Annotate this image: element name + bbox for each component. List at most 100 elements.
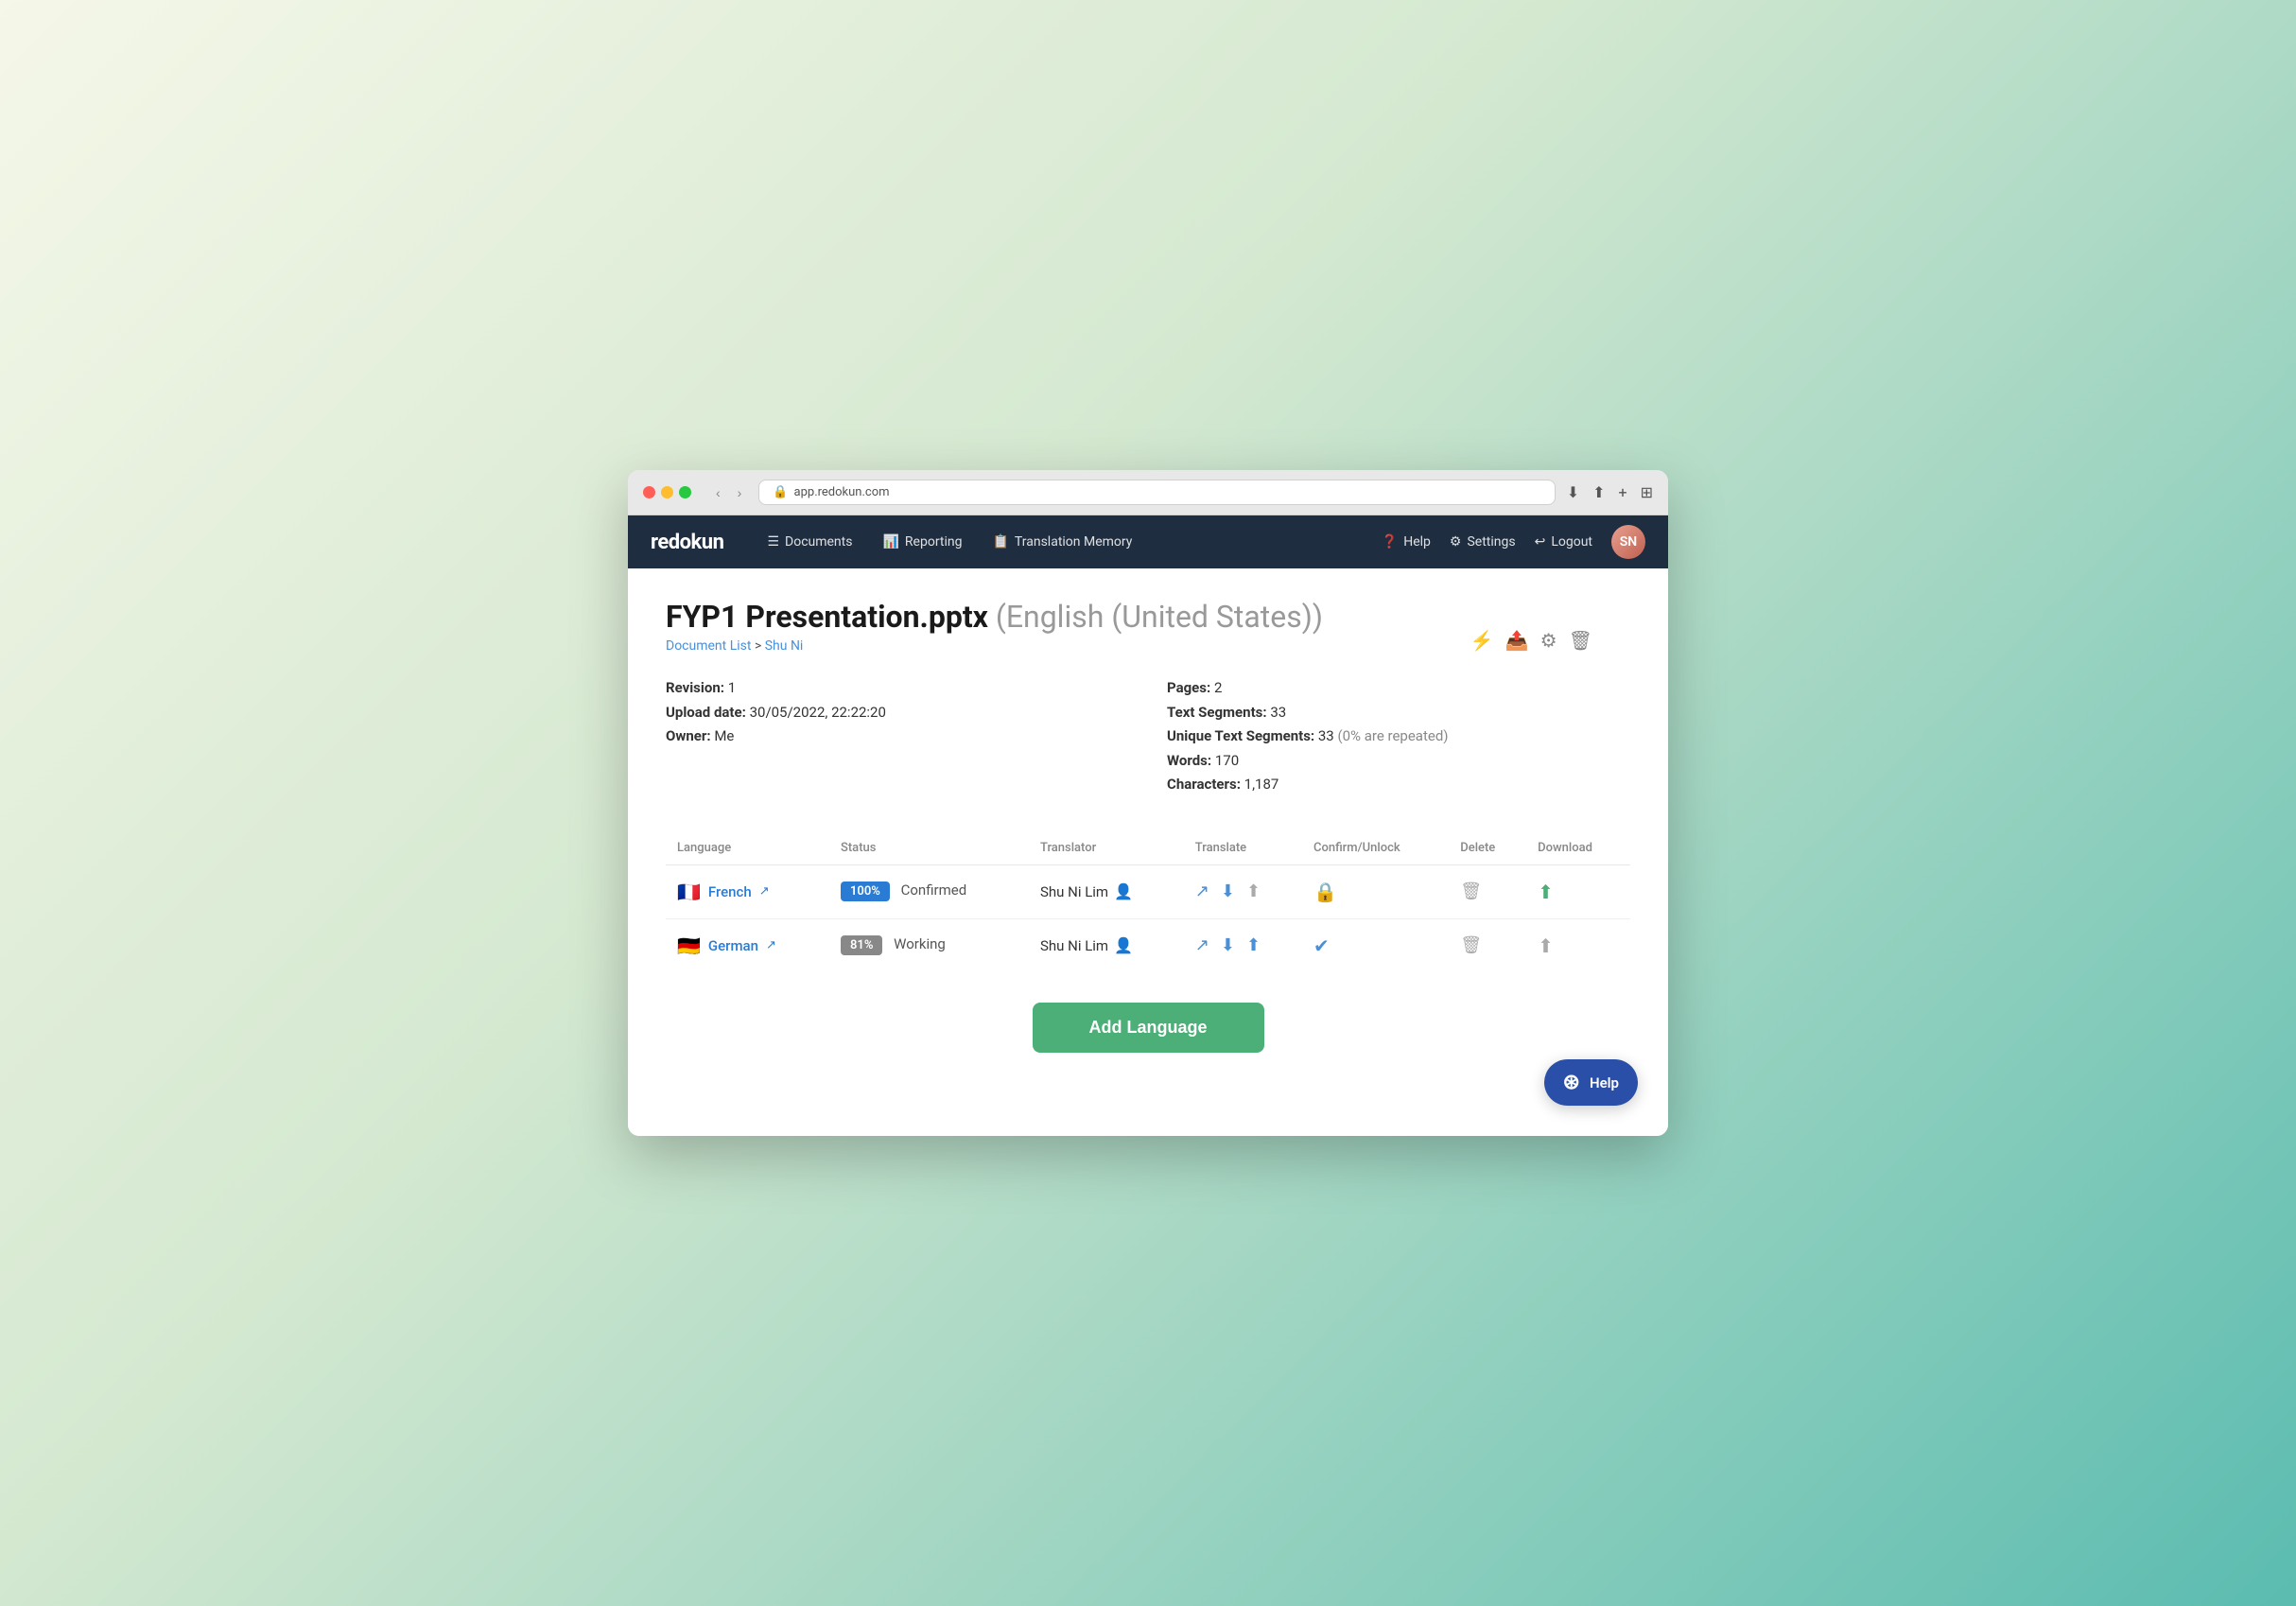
- grid-icon[interactable]: ⊞: [1641, 483, 1653, 501]
- german-download-icon[interactable]: ⬆: [1538, 934, 1554, 957]
- help-bubble[interactable]: ⊛ Help: [1544, 1059, 1638, 1106]
- documents-icon: ☰: [767, 534, 779, 550]
- minimize-button[interactable]: [661, 486, 673, 498]
- french-progress-badge: 100%: [841, 882, 890, 901]
- meta-text-segments: Text Segments: 33: [1167, 701, 1630, 725]
- nav-logout[interactable]: ↩ Logout: [1535, 534, 1592, 550]
- meta-pages: Pages: 2: [1167, 676, 1630, 701]
- help-icon: ❓: [1382, 534, 1398, 550]
- french-person-icon: 👤: [1114, 882, 1133, 900]
- col-download: Download: [1526, 831, 1630, 865]
- new-tab-icon[interactable]: +: [1619, 483, 1627, 501]
- meta-upload-date: Upload date: 30/05/2022, 22:22:20: [666, 701, 1129, 725]
- french-lock-icon[interactable]: 🔒: [1313, 881, 1337, 903]
- nav-reporting-label: Reporting: [905, 534, 963, 550]
- nav-translation-memory[interactable]: 📋 Translation Memory: [979, 529, 1145, 555]
- german-download-xliff-icon[interactable]: ⬇: [1221, 935, 1235, 955]
- main-content: FYP1 Presentation.pptx (English (United …: [628, 568, 1668, 1136]
- german-translator: Shu Ni Lim 👤: [1040, 936, 1173, 954]
- german-link-icon: ↗: [766, 938, 776, 952]
- breadcrumb-separator: >: [755, 638, 765, 654]
- german-status-label: Working: [894, 935, 946, 952]
- german-translator-name: Shu Ni Lim: [1040, 937, 1108, 954]
- col-confirm-unlock: Confirm/Unlock: [1302, 831, 1449, 865]
- german-translate-open-icon[interactable]: ↗: [1195, 935, 1209, 955]
- document-metadata: Revision: 1 Upload date: 30/05/2022, 22:…: [666, 676, 1630, 797]
- nav-help[interactable]: ❓ Help: [1382, 534, 1431, 550]
- help-bubble-icon: ⊛: [1563, 1071, 1580, 1094]
- translation-memory-icon: 📋: [992, 534, 1008, 550]
- german-download-cell: ⬆: [1526, 918, 1630, 972]
- avatar[interactable]: SN: [1611, 525, 1645, 559]
- language-table: Language Status Translator Translate Con…: [666, 831, 1630, 972]
- french-link-icon: ↗: [759, 884, 770, 899]
- document-settings-icon[interactable]: ⚙: [1540, 629, 1557, 652]
- app-container: redokun ☰ Documents 📊 Reporting 📋 Transl…: [628, 515, 1668, 1136]
- meta-unique-segments: Unique Text Segments: 33 (0% are repeate…: [1167, 724, 1630, 749]
- french-delete-cell: 🗑: [1449, 864, 1526, 918]
- col-delete: Delete: [1449, 831, 1526, 865]
- document-actions: ⚡ 📤 ⚙ 🗑: [1470, 629, 1592, 652]
- forward-button[interactable]: ›: [732, 483, 748, 502]
- german-translator-cell: Shu Ni Lim 👤: [1029, 918, 1184, 972]
- document-delete-icon[interactable]: 🗑: [1569, 629, 1592, 652]
- browser-actions: ⬇ ⬆ + ⊞: [1567, 483, 1653, 501]
- col-translator: Translator: [1029, 831, 1184, 865]
- address-bar[interactable]: 🔒 app.redokun.com: [758, 480, 1555, 505]
- nav-documents-label: Documents: [785, 534, 852, 550]
- export-icon[interactable]: 📤: [1505, 629, 1529, 652]
- lang-german-cell: 🇩🇪 German ↗: [666, 918, 829, 972]
- german-progress-badge: 81%: [841, 935, 882, 955]
- french-translate-open-icon[interactable]: ↗: [1195, 882, 1209, 901]
- back-button[interactable]: ‹: [710, 483, 726, 502]
- german-translate-actions: ↗ ⬇ ⬆: [1195, 935, 1291, 955]
- add-language-button[interactable]: Add Language: [1033, 1003, 1264, 1053]
- german-delete-icon[interactable]: 🗑: [1460, 935, 1482, 955]
- col-status: Status: [829, 831, 1029, 865]
- meta-revision: Revision: 1: [666, 676, 1129, 701]
- french-translate-cell: ↗ ⬇ ⬆: [1184, 864, 1302, 918]
- german-upload-icon[interactable]: ⬆: [1246, 935, 1261, 955]
- french-translator-name: Shu Ni Lim: [1040, 883, 1108, 900]
- document-language: (English (United States)): [996, 599, 1323, 635]
- french-confirm-cell: 🔒: [1302, 864, 1449, 918]
- share-icon[interactable]: ⬆: [1592, 483, 1605, 501]
- nav-translation-memory-label: Translation Memory: [1015, 534, 1132, 550]
- german-confirm-cell: ✔: [1302, 918, 1449, 972]
- brand-logo[interactable]: redokun: [651, 531, 723, 554]
- french-lang-name[interactable]: 🇫🇷 French ↗: [677, 881, 818, 903]
- german-flag: 🇩🇪: [677, 934, 701, 957]
- window-controls: [643, 486, 691, 498]
- german-lang-name[interactable]: 🇩🇪 German ↗: [677, 934, 818, 957]
- breadcrumb-list-link[interactable]: Document List: [666, 638, 751, 654]
- breadcrumb-current[interactable]: Shu Ni: [765, 638, 804, 654]
- nav-reporting[interactable]: 📊 Reporting: [869, 529, 975, 555]
- french-download-xliff-icon[interactable]: ⬇: [1221, 882, 1235, 901]
- french-upload-icon[interactable]: ⬆: [1246, 882, 1261, 901]
- navbar-right: ❓ Help ⚙ Settings ↩ Logout SN: [1382, 525, 1645, 559]
- browser-nav: ‹ ›: [710, 483, 747, 502]
- french-download-icon[interactable]: ⬆: [1538, 881, 1554, 903]
- logout-icon: ↩: [1535, 534, 1546, 550]
- lock-icon: 🔒: [773, 485, 788, 499]
- german-check-icon[interactable]: ✔: [1313, 934, 1330, 957]
- bolt-icon[interactable]: ⚡: [1470, 629, 1494, 652]
- german-translate-cell: ↗ ⬇ ⬆: [1184, 918, 1302, 972]
- nav-settings[interactable]: ⚙ Settings: [1450, 534, 1516, 550]
- french-label: French: [708, 883, 752, 900]
- german-person-icon: 👤: [1114, 936, 1133, 954]
- url-text: app.redokun.com: [794, 485, 890, 499]
- nav-documents[interactable]: ☰ Documents: [754, 529, 865, 555]
- browser-window: ‹ › 🔒 app.redokun.com ⬇ ⬆ + ⊞ redokun ☰ …: [628, 470, 1668, 1136]
- col-translate: Translate: [1184, 831, 1302, 865]
- maximize-button[interactable]: [679, 486, 691, 498]
- download-browser-icon[interactable]: ⬇: [1567, 483, 1579, 501]
- french-download-cell: ⬆: [1526, 864, 1630, 918]
- french-translator: Shu Ni Lim 👤: [1040, 882, 1173, 900]
- french-status-cell: 100% Confirmed: [829, 864, 1029, 918]
- meta-words: Words: 170: [1167, 749, 1630, 774]
- french-delete-icon[interactable]: 🗑: [1460, 882, 1482, 901]
- close-button[interactable]: [643, 486, 655, 498]
- german-delete-cell: 🗑: [1449, 918, 1526, 972]
- browser-titlebar: ‹ › 🔒 app.redokun.com ⬇ ⬆ + ⊞: [628, 470, 1668, 515]
